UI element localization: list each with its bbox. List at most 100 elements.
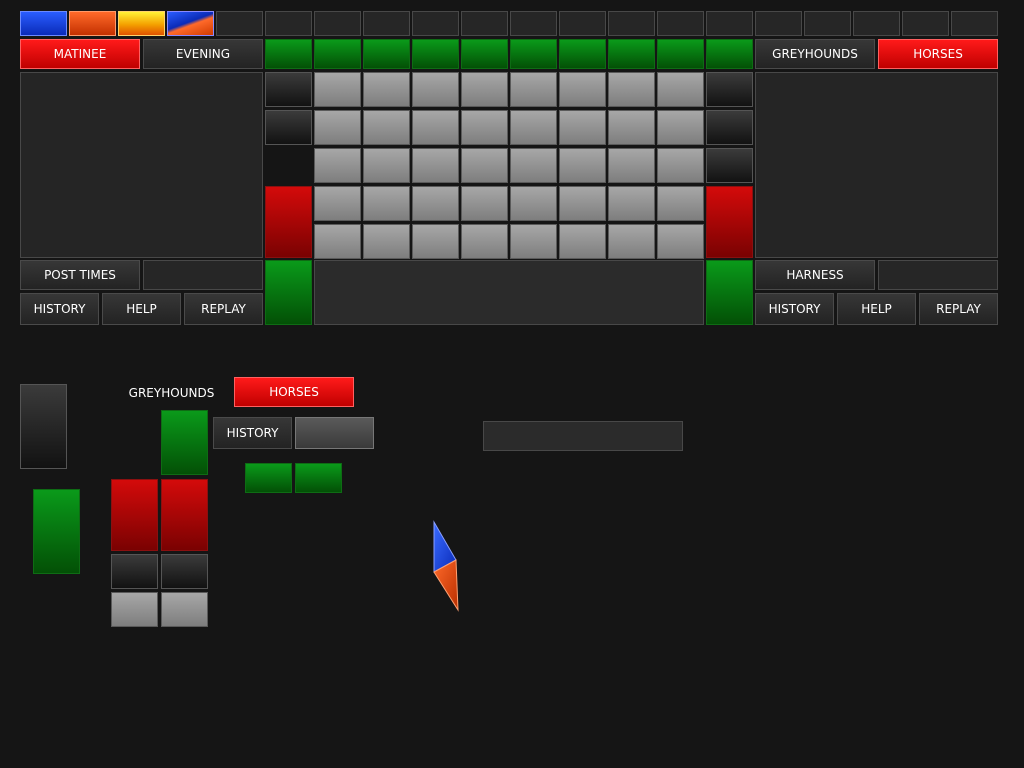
green-row-key[interactable] bbox=[412, 39, 459, 69]
color-swatch-blue[interactable] bbox=[20, 11, 67, 36]
tall-green-key[interactable] bbox=[33, 489, 80, 574]
grid-cell[interactable] bbox=[412, 72, 459, 107]
top-strip-tab[interactable] bbox=[314, 11, 361, 36]
grid-cell[interactable] bbox=[559, 72, 606, 107]
left-red-key[interactable] bbox=[265, 186, 312, 258]
grid-cell[interactable] bbox=[657, 148, 704, 183]
matinee-button[interactable]: MATINEE bbox=[20, 39, 140, 69]
greyhounds-button[interactable]: GREYHOUNDS bbox=[755, 39, 875, 69]
grid-cell[interactable] bbox=[363, 72, 410, 107]
grid-cell[interactable] bbox=[461, 72, 508, 107]
top-strip-tab[interactable] bbox=[363, 11, 410, 36]
grid-cell[interactable] bbox=[314, 72, 361, 107]
replay-button-left[interactable]: REPLAY bbox=[184, 293, 263, 325]
grid-cell[interactable] bbox=[559, 186, 606, 221]
grid-cell[interactable] bbox=[412, 186, 459, 221]
green-row-key[interactable] bbox=[706, 39, 753, 69]
green-row-key[interactable] bbox=[265, 39, 312, 69]
top-strip-tab[interactable] bbox=[461, 11, 508, 36]
grid-cell[interactable] bbox=[412, 148, 459, 183]
top-strip-tab[interactable] bbox=[853, 11, 900, 36]
horses-button-lower[interactable]: HORSES bbox=[234, 377, 354, 407]
grid-cell[interactable] bbox=[657, 72, 704, 107]
red-key-lower-2[interactable] bbox=[161, 479, 208, 551]
top-strip-tab[interactable] bbox=[412, 11, 459, 36]
grid-cell[interactable] bbox=[363, 186, 410, 221]
green-row-key[interactable] bbox=[559, 39, 606, 69]
grid-cell[interactable] bbox=[461, 186, 508, 221]
grid-cell[interactable] bbox=[461, 110, 508, 145]
top-strip-tab[interactable] bbox=[706, 11, 753, 36]
history-button-lower[interactable]: HISTORY bbox=[213, 417, 292, 449]
grey-key-lower-1[interactable] bbox=[111, 592, 158, 627]
grid-cell[interactable] bbox=[461, 148, 508, 183]
top-strip-tab[interactable] bbox=[657, 11, 704, 36]
horses-button[interactable]: HORSES bbox=[878, 39, 998, 69]
left-green-key[interactable] bbox=[265, 260, 312, 325]
grid-cell[interactable] bbox=[510, 148, 557, 183]
grid-cell[interactable] bbox=[412, 110, 459, 145]
grey-key-lower-2[interactable] bbox=[161, 592, 208, 627]
harness-button[interactable]: HARNESS bbox=[755, 260, 875, 290]
grid-cell[interactable] bbox=[314, 110, 361, 145]
grid-cell[interactable] bbox=[657, 224, 704, 259]
grid-cell[interactable] bbox=[314, 224, 361, 259]
help-button-right[interactable]: HELP bbox=[837, 293, 916, 325]
top-strip-tab[interactable] bbox=[510, 11, 557, 36]
grid-cell[interactable] bbox=[510, 224, 557, 259]
tall-dark-key[interactable] bbox=[20, 384, 67, 469]
top-strip-tab[interactable] bbox=[216, 11, 263, 36]
evening-button[interactable]: EVENING bbox=[143, 39, 263, 69]
grid-cell[interactable] bbox=[510, 110, 557, 145]
left-side-key-2[interactable] bbox=[265, 110, 312, 145]
grid-cell[interactable] bbox=[412, 224, 459, 259]
red-key-lower-1[interactable] bbox=[111, 479, 158, 551]
top-strip-tab[interactable] bbox=[804, 11, 851, 36]
grid-cell[interactable] bbox=[608, 148, 655, 183]
grid-cell[interactable] bbox=[608, 186, 655, 221]
color-swatch-blue-orange[interactable] bbox=[167, 11, 214, 36]
small-green-key-2[interactable] bbox=[295, 463, 342, 493]
green-row-key[interactable] bbox=[510, 39, 557, 69]
grid-cell[interactable] bbox=[559, 110, 606, 145]
grid-cell[interactable] bbox=[657, 186, 704, 221]
grid-cell[interactable] bbox=[608, 224, 655, 259]
history-button-left[interactable]: HISTORY bbox=[20, 293, 99, 325]
green-row-key[interactable] bbox=[657, 39, 704, 69]
grid-cell[interactable] bbox=[510, 72, 557, 107]
grid-cell[interactable] bbox=[461, 224, 508, 259]
color-swatch-yellow[interactable] bbox=[118, 11, 165, 36]
grey-button-lower[interactable] bbox=[295, 417, 374, 449]
right-side-key-3[interactable] bbox=[706, 148, 753, 183]
top-strip-tab[interactable] bbox=[755, 11, 802, 36]
green-row-key[interactable] bbox=[461, 39, 508, 69]
grid-cell[interactable] bbox=[608, 72, 655, 107]
top-strip-tab[interactable] bbox=[608, 11, 655, 36]
green-key-lower[interactable] bbox=[161, 410, 208, 475]
grid-cell[interactable] bbox=[559, 224, 606, 259]
grid-cell[interactable] bbox=[363, 148, 410, 183]
top-strip-tab[interactable] bbox=[951, 11, 998, 36]
green-row-key[interactable] bbox=[363, 39, 410, 69]
top-strip-tab[interactable] bbox=[265, 11, 312, 36]
grid-cell[interactable] bbox=[363, 224, 410, 259]
dark-key-lower-1[interactable] bbox=[111, 554, 158, 589]
top-strip-tab[interactable] bbox=[559, 11, 606, 36]
right-side-key-2[interactable] bbox=[706, 110, 753, 145]
grid-cell[interactable] bbox=[314, 148, 361, 183]
top-strip-tab[interactable] bbox=[902, 11, 949, 36]
post-times-button[interactable]: POST TIMES bbox=[20, 260, 140, 290]
grid-cell[interactable] bbox=[559, 148, 606, 183]
right-side-key-1[interactable] bbox=[706, 72, 753, 107]
grid-cell[interactable] bbox=[363, 110, 410, 145]
help-button-left[interactable]: HELP bbox=[102, 293, 181, 325]
replay-button-right[interactable]: REPLAY bbox=[919, 293, 998, 325]
history-button-right[interactable]: HISTORY bbox=[755, 293, 834, 325]
right-red-key[interactable] bbox=[706, 186, 753, 258]
green-row-key[interactable] bbox=[314, 39, 361, 69]
left-side-key-1[interactable] bbox=[265, 72, 312, 107]
grid-cell[interactable] bbox=[608, 110, 655, 145]
small-green-key-1[interactable] bbox=[245, 463, 292, 493]
grid-cell[interactable] bbox=[657, 110, 704, 145]
green-row-key[interactable] bbox=[608, 39, 655, 69]
